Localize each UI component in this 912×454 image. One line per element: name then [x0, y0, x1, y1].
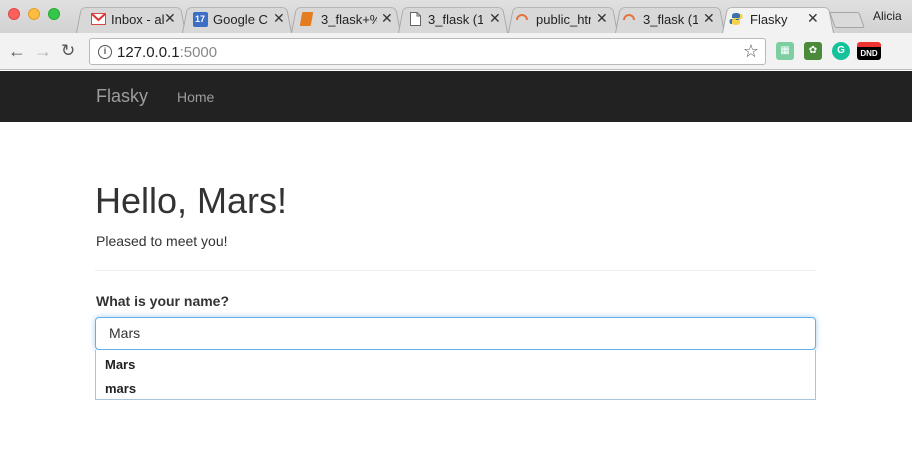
tab-public-html[interactable]: public_htr ✕	[508, 4, 618, 34]
info-icon[interactable]: i	[98, 45, 112, 59]
close-window-button[interactable]	[8, 8, 20, 20]
tab-google-calendar[interactable]: 17 Google C ✕	[182, 4, 292, 34]
close-icon[interactable]: ✕	[164, 10, 176, 27]
close-icon[interactable]: ✕	[381, 10, 393, 27]
tab-flasky[interactable]: Flasky ✕	[722, 4, 834, 34]
close-icon[interactable]: ✕	[489, 10, 501, 27]
reload-icon[interactable]: ↻	[61, 41, 75, 61]
forward-arrow-icon[interactable]: →	[34, 41, 52, 61]
close-icon[interactable]: ✕	[273, 10, 285, 27]
divider	[95, 270, 816, 271]
url-text[interactable]: 127.0.0.1:5000	[117, 44, 217, 61]
site-navbar: Flasky Home	[0, 71, 912, 122]
profile-name[interactable]: Alicia	[873, 9, 902, 23]
autocomplete-dropdown: Mars mars	[95, 350, 816, 400]
autocomplete-option[interactable]: mars	[105, 381, 136, 396]
tab-title: 3_flask (1	[643, 12, 698, 27]
name-field-label: What is your name?	[96, 293, 230, 309]
grammarly-icon[interactable]: G	[832, 42, 850, 60]
dnd-icon[interactable]: DND	[857, 42, 881, 60]
calendar-icon: 17	[192, 11, 208, 27]
back-arrow-icon[interactable]: ←	[8, 41, 26, 61]
browser-toolbar: ← → ↻ i 127.0.0.1:5000 ☆ ▦ ✿ G DND	[0, 33, 912, 70]
maximize-window-button[interactable]	[48, 8, 60, 20]
tab-flask-notebook[interactable]: 3_flask+% ✕	[291, 4, 401, 34]
nav-link-home[interactable]: Home	[177, 89, 214, 105]
tab-title: Google C	[213, 12, 268, 27]
autocomplete-option[interactable]: Mars	[105, 357, 135, 372]
grammarly-label: G	[837, 45, 845, 56]
gmail-icon	[90, 11, 106, 27]
tab-title: public_htr	[536, 12, 591, 27]
greeting-text: Pleased to meet you!	[96, 233, 228, 249]
calendar-day: 17	[192, 11, 208, 27]
close-icon[interactable]: ✕	[703, 10, 715, 27]
tab-flask-document[interactable]: 3_flask (1 ✕	[398, 4, 508, 34]
url-host: 127.0.0.1	[117, 44, 180, 61]
tab-title: Flasky	[750, 12, 788, 27]
loading-icon	[514, 11, 530, 27]
close-icon[interactable]: ✕	[807, 10, 819, 27]
tab-title: 3_flask (1	[428, 12, 483, 27]
close-icon[interactable]: ✕	[596, 10, 608, 27]
url-port: :5000	[179, 44, 218, 61]
tab-flask-loading[interactable]: 3_flask (1 ✕	[615, 4, 725, 34]
minimize-window-button[interactable]	[28, 8, 40, 20]
tab-strip: Inbox - al ✕ 17 Google C ✕ 3_flask+% ✕ 3…	[0, 0, 912, 34]
extension-icon[interactable]: ▦	[776, 42, 794, 60]
new-tab-button[interactable]	[829, 12, 865, 28]
document-icon	[407, 11, 423, 27]
python-icon	[728, 11, 744, 27]
bookmark-star-icon[interactable]: ☆	[743, 41, 759, 62]
navbar-brand[interactable]: Flasky	[96, 86, 148, 107]
notebook-icon	[298, 11, 314, 27]
tab-title: 3_flask+%	[321, 12, 377, 27]
loading-icon	[621, 11, 637, 27]
name-input[interactable]: Mars	[95, 317, 816, 350]
plant-icon[interactable]: ✿	[804, 42, 822, 60]
address-bar[interactable]: i 127.0.0.1:5000 ☆	[89, 38, 766, 65]
tab-title: Inbox - al	[111, 12, 165, 27]
dnd-label: DND	[860, 49, 878, 58]
tab-inbox[interactable]: Inbox - al ✕	[76, 4, 186, 34]
page-heading: Hello, Mars!	[95, 180, 288, 221]
